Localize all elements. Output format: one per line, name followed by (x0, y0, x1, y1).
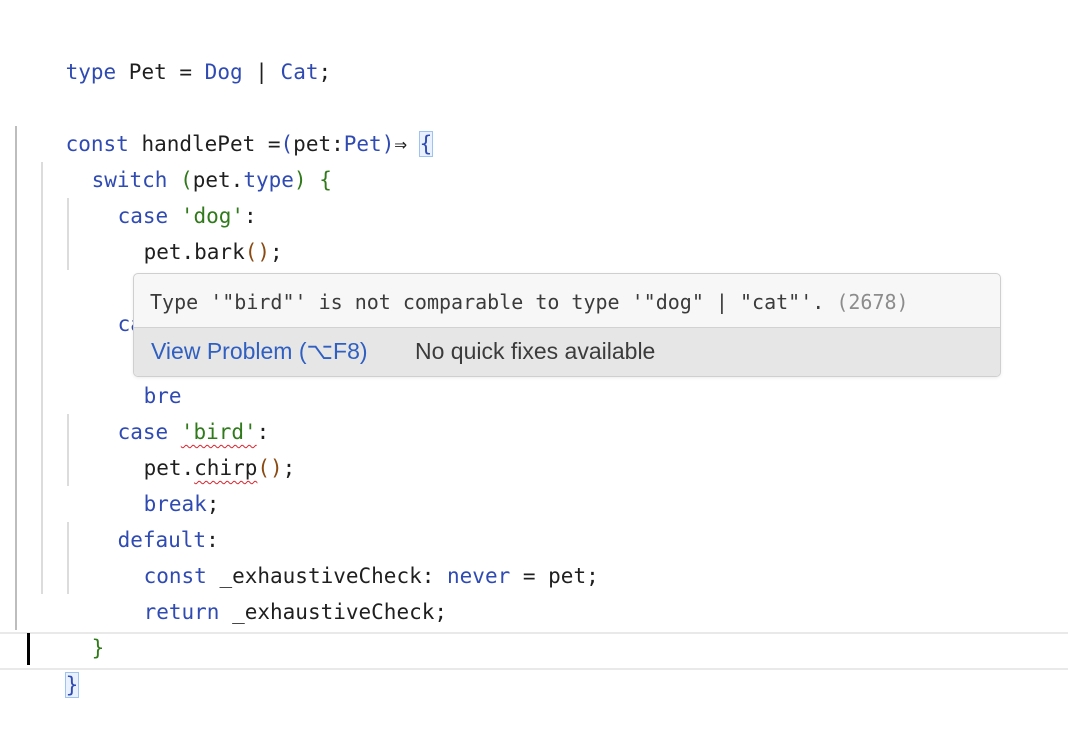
indent-guide (15, 126, 17, 630)
code-token: ; (318, 60, 332, 84)
code-token: | (242, 60, 281, 84)
code-token: : (331, 132, 344, 156)
code-token: ; (282, 456, 296, 480)
type-token: Dog (204, 60, 243, 84)
arrow-token: ⇒ (394, 132, 420, 156)
matched-brace: { (418, 131, 434, 157)
code-line-13[interactable]: break; (93, 450, 220, 516)
keyword: type (65, 60, 117, 84)
no-quick-fixes-label: No quick fixes available (415, 338, 656, 364)
text-caret (27, 633, 30, 665)
error-hover-tooltip: Type '"bird"' is not comparable to type … (133, 273, 1001, 377)
code-token: ; (270, 240, 283, 264)
code-line-18[interactable]: } (15, 631, 80, 698)
code-line-4[interactable]: switch (pet.type) { (41, 126, 332, 192)
current-line-highlight (0, 632, 1068, 670)
code-token: _exhaustiveCheck; (219, 600, 448, 624)
tooltip-actions: View Problem (⌥F8) No quick fixes availa… (134, 327, 1000, 376)
code-line-11[interactable]: case 'bird': (67, 378, 270, 444)
code-line-16[interactable]: return _exhaustiveCheck; (93, 558, 447, 624)
error-code: (2678) (836, 290, 909, 314)
type-token: never (447, 564, 511, 588)
code-line-3[interactable]: const handlePet =(pet:Pet)⇒ { (15, 90, 434, 157)
error-message: Type '"bird"' is not comparable to type … (150, 284, 909, 320)
matched-brace: } (64, 672, 80, 698)
code-line-6[interactable]: pet.bark(); (93, 198, 283, 264)
code-line-14[interactable]: default: (67, 486, 219, 552)
code-line-5[interactable]: case 'dog': (67, 162, 257, 228)
code-line-15[interactable]: const _exhaustiveCheck: never = pet; (93, 522, 599, 588)
code-line-1[interactable]: type Pet = Dog | Cat; (15, 18, 332, 84)
type-token: Pet (343, 132, 382, 156)
code-token: Pet = (116, 60, 205, 84)
code-line-12[interactable]: pet.chirp(); (93, 414, 296, 480)
code-line-7[interactable]: break; (93, 234, 220, 300)
error-message-text: Type '"bird"' is not comparable to type … (150, 290, 837, 314)
view-problem-link[interactable]: View Problem (⌥F8) (151, 328, 368, 375)
code-line-17[interactable]: } (41, 594, 105, 660)
brace: { (319, 168, 332, 192)
paren: () (257, 456, 283, 480)
keyword: return (143, 600, 220, 624)
type-token: Cat (280, 60, 319, 84)
paren: ) (381, 132, 395, 156)
paren: () (244, 240, 271, 264)
code-token: = pet; (510, 564, 599, 588)
paren: ) (293, 168, 307, 192)
